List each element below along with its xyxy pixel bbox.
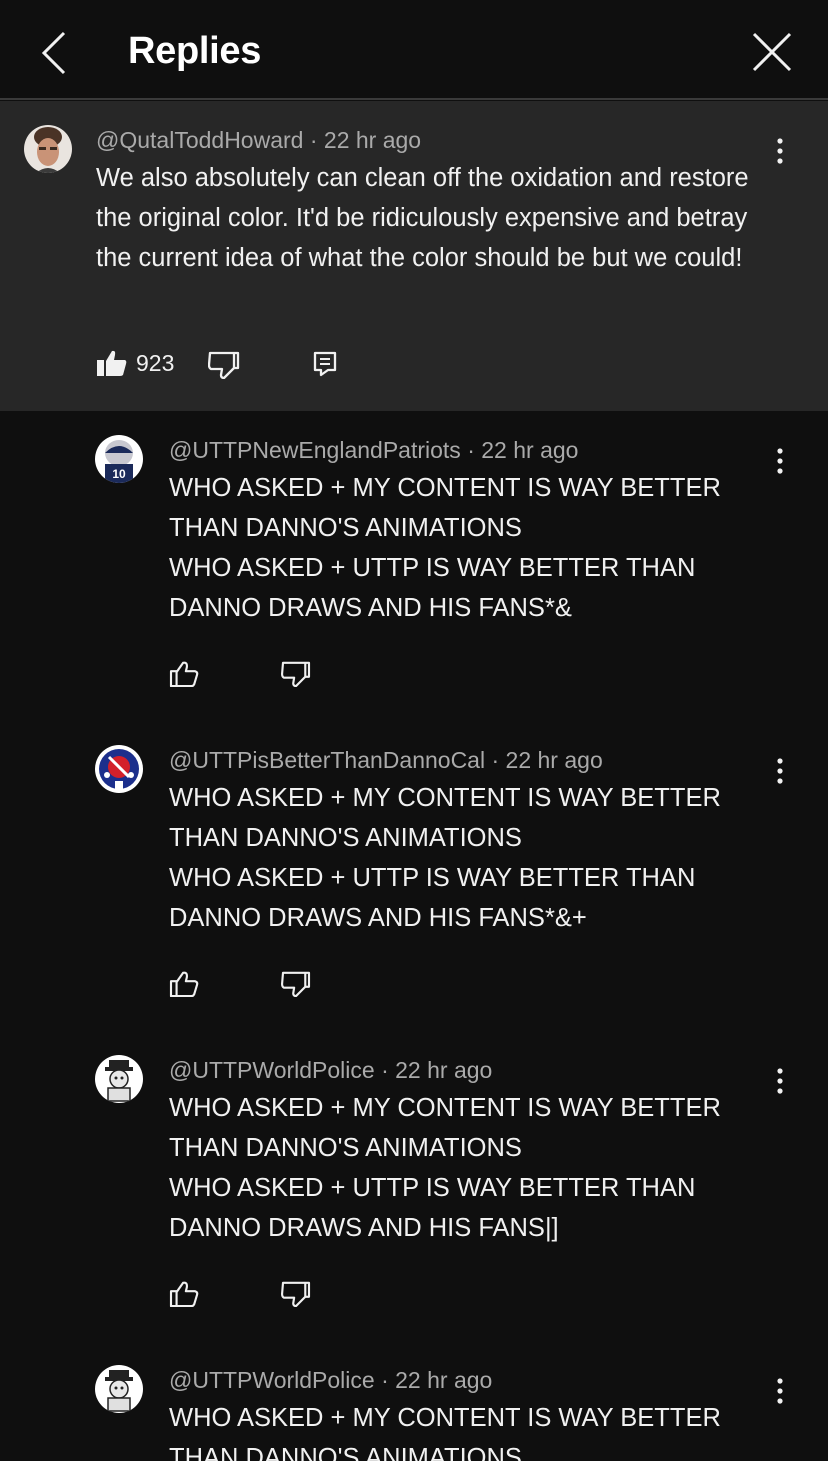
- thumb-down-icon[interactable]: [208, 351, 240, 379]
- like-count: 923: [136, 350, 175, 376]
- meta-separator: ·: [467, 437, 482, 463]
- reply-item: @UTTPWorldPolice · 22 hr ago WHO ASKED +…: [0, 1341, 828, 1461]
- comment-meta: @QutalToddHoward · 22 hr ago: [96, 127, 421, 154]
- comment-line: WHO ASKED + UTTP IS WAY BETTER THAN: [169, 1174, 696, 1202]
- comment-line: WHO ASKED + UTTP IS WAY BETTER THAN: [169, 864, 696, 892]
- header-bar: Replies: [0, 0, 828, 100]
- comment-text: WHO ASKED + MY CONTENT IS WAY BETTER THA…: [169, 468, 779, 628]
- thumb-down-icon[interactable]: [281, 971, 311, 997]
- comment-time: 22 hr ago: [395, 1367, 493, 1393]
- comment-text: We also absolutely can clean off the oxi…: [96, 164, 749, 272]
- meta-separator: ·: [309, 127, 324, 153]
- meta-separator: ·: [491, 747, 506, 773]
- comment-text: WHO ASKED + MY CONTENT IS WAY BETTER THA…: [169, 778, 779, 938]
- thumb-up-icon[interactable]: [169, 661, 199, 687]
- comment-line: THAN DANNO'S ANIMATIONS: [169, 1134, 522, 1162]
- more-vert-icon[interactable]: [770, 136, 790, 166]
- comment-line: WHO ASKED + MY CONTENT IS WAY BETTER: [169, 1404, 721, 1432]
- meta-separator: ·: [381, 1057, 396, 1083]
- comment-author[interactable]: @UTTPisBetterThanDannoCal: [169, 747, 485, 773]
- thumb-up-icon[interactable]: [169, 1281, 199, 1307]
- thumb-up-icon[interactable]: [96, 349, 128, 377]
- comment-meta: @UTTPWorldPolice · 22 hr ago: [169, 1367, 492, 1394]
- avatar[interactable]: [24, 125, 72, 173]
- comment-icon[interactable]: [313, 351, 337, 377]
- comment-line: DANNO DRAWS AND HIS FANS|]: [169, 1214, 559, 1242]
- comment-time: 22 hr ago: [481, 437, 579, 463]
- svg-text:10: 10: [112, 467, 126, 481]
- comment-meta: @UTTPWorldPolice · 22 hr ago: [169, 1057, 492, 1084]
- comment-author[interactable]: @UTTPNewEnglandPatriots: [169, 437, 461, 463]
- comment-line: WHO ASKED + MY CONTENT IS WAY BETTER: [169, 1094, 721, 1122]
- reply-item: 10 @UTTPNewEnglandPatriots · 22 hr ago W…: [0, 411, 828, 721]
- comment-line: WHO ASKED + UTTP IS WAY BETTER THAN: [169, 554, 696, 582]
- parent-comment: @QutalToddHoward · 22 hr ago We also abs…: [0, 101, 828, 411]
- comment-line: THAN DANNO'S ANIMATIONS: [169, 824, 522, 852]
- comment-line: WHO ASKED + MY CONTENT IS WAY BETTER: [169, 474, 721, 502]
- page-title: Replies: [128, 30, 262, 72]
- comment-author[interactable]: @QutalToddHoward: [96, 127, 303, 153]
- thumb-down-icon[interactable]: [281, 1281, 311, 1307]
- comment-author[interactable]: @UTTPWorldPolice: [169, 1367, 375, 1393]
- comment-line: DANNO DRAWS AND HIS FANS*&: [169, 594, 572, 622]
- close-icon[interactable]: [750, 30, 794, 74]
- thumb-up-icon[interactable]: [169, 971, 199, 997]
- avatar[interactable]: [95, 1365, 143, 1413]
- comment-meta: @UTTPisBetterThanDannoCal · 22 hr ago: [169, 747, 603, 774]
- comment-author[interactable]: @UTTPWorldPolice: [169, 1057, 375, 1083]
- chevron-left-icon[interactable]: [38, 30, 74, 76]
- comment-line: WHO ASKED + MY CONTENT IS WAY BETTER: [169, 784, 721, 812]
- comment-line: THAN DANNO'S ANIMATIONS: [169, 514, 522, 542]
- avatar[interactable]: 10: [95, 435, 143, 483]
- comment-text: WHO ASKED + MY CONTENT IS WAY BETTER THA…: [169, 1088, 779, 1248]
- comment-meta: @UTTPNewEnglandPatriots · 22 hr ago: [169, 437, 578, 464]
- comment-line: DANNO DRAWS AND HIS FANS*&+: [169, 904, 587, 932]
- reply-item: @UTTPWorldPolice · 22 hr ago WHO ASKED +…: [0, 1031, 828, 1341]
- comment-time: 22 hr ago: [395, 1057, 493, 1083]
- comment-text: WHO ASKED + MY CONTENT IS WAY BETTER THA…: [169, 1398, 779, 1461]
- comment-time: 22 hr ago: [323, 127, 422, 153]
- avatar[interactable]: [95, 745, 143, 793]
- avatar[interactable]: [95, 1055, 143, 1103]
- comment-time: 22 hr ago: [505, 747, 603, 773]
- comment-line: THAN DANNO'S ANIMATIONS: [169, 1444, 522, 1461]
- reply-item: @UTTPisBetterThanDannoCal · 22 hr ago WH…: [0, 721, 828, 1031]
- meta-separator: ·: [381, 1367, 396, 1393]
- thumb-down-icon[interactable]: [281, 661, 311, 687]
